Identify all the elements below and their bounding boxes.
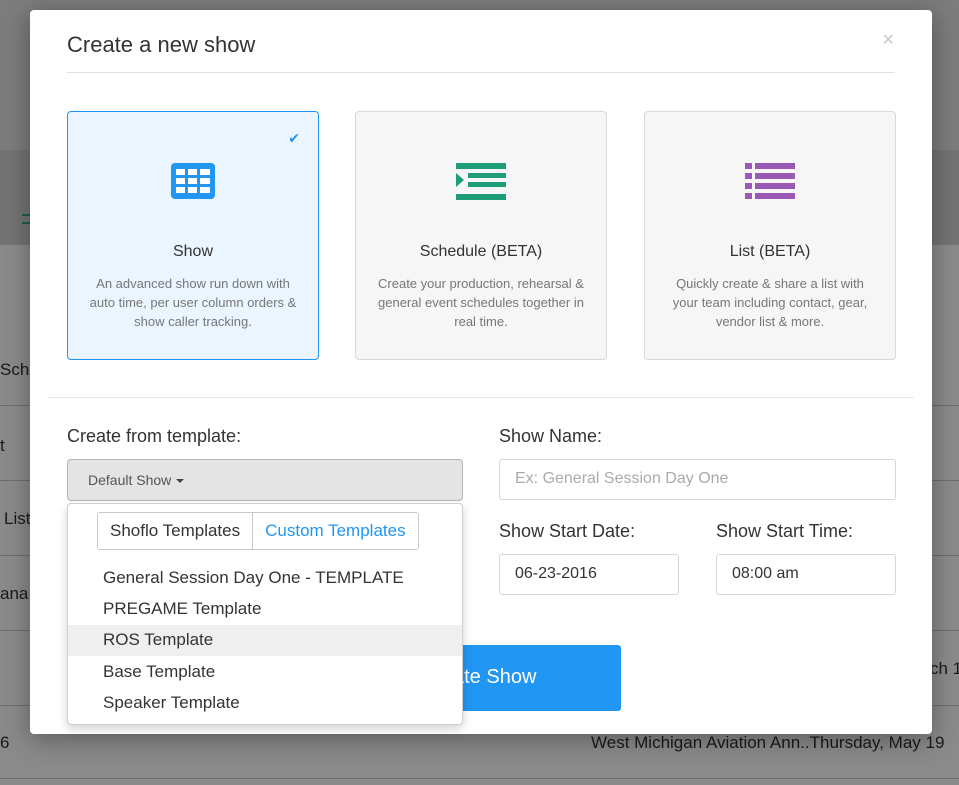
show-name-input[interactable]: Ex: General Session Day One	[499, 459, 896, 500]
template-source-toggle: Shoflo Templates Custom Templates	[97, 512, 419, 550]
caret-down-icon	[176, 479, 185, 483]
card-show[interactable]: ✔ Show An advanced show run down with au…	[67, 111, 319, 360]
background-row-text: Sch	[0, 360, 30, 379]
card-title: Schedule (BETA)	[419, 243, 543, 260]
template-select-value: Default Show	[88, 472, 172, 488]
schedule-list-icon	[456, 163, 506, 200]
card-list[interactable]: List (BETA) Quickly create & share a lis…	[644, 111, 896, 360]
template-option[interactable]: PREGAME Template	[68, 594, 462, 625]
background-row-text: List	[4, 509, 31, 528]
bullet-list-icon	[745, 163, 795, 199]
divider	[67, 72, 895, 73]
grid-table-icon	[171, 163, 215, 199]
start-time-input[interactable]: 08:00 am	[716, 554, 896, 595]
card-description: Quickly create & share a list with your …	[672, 276, 868, 329]
card-title: Show	[172, 243, 214, 260]
background-row-text: 6	[0, 733, 10, 752]
background-row-text: t	[0, 436, 5, 455]
start-date-label: Show Start Date:	[499, 521, 636, 541]
template-select[interactable]: Default Show	[67, 459, 463, 501]
check-icon: ✔	[288, 130, 300, 146]
template-dropdown-menu: Shoflo Templates Custom Templates Genera…	[67, 503, 463, 725]
start-time-label: Show Start Time:	[716, 521, 854, 541]
card-title: List (BETA)	[729, 243, 811, 260]
start-date-input[interactable]: 06-23-2016	[499, 554, 679, 595]
card-schedule[interactable]: Schedule (BETA) Create your production, …	[355, 111, 607, 360]
card-description: An advanced show run down with auto time…	[89, 276, 297, 329]
tab-shoflo-templates[interactable]: Shoflo Templates	[98, 513, 254, 549]
template-option[interactable]: Speaker Template	[68, 688, 462, 719]
show-name-label: Show Name:	[499, 426, 603, 446]
template-label: Create from template:	[67, 426, 242, 446]
template-option[interactable]: General Session Day One - TEMPLATE	[68, 563, 462, 594]
card-description: Create your production, rehearsal & gene…	[378, 276, 584, 329]
background-row-text: ana	[0, 584, 29, 603]
create-show-modal: Create a new show × ✔ Show An advanced s…	[30, 10, 932, 734]
template-option[interactable]: Base Template	[68, 657, 462, 688]
create-show-label: ate Show	[453, 666, 537, 688]
close-icon[interactable]: ×	[882, 30, 894, 50]
modal-title: Create a new show	[67, 32, 256, 57]
background-row-text: ch 1	[930, 659, 959, 678]
divider	[48, 397, 914, 398]
tab-custom-templates[interactable]: Custom Templates	[253, 513, 418, 549]
template-option-highlighted[interactable]: ROS Template	[68, 625, 462, 656]
background-row-text: West Michigan Aviation Ann..Thursday, Ma…	[591, 733, 945, 752]
